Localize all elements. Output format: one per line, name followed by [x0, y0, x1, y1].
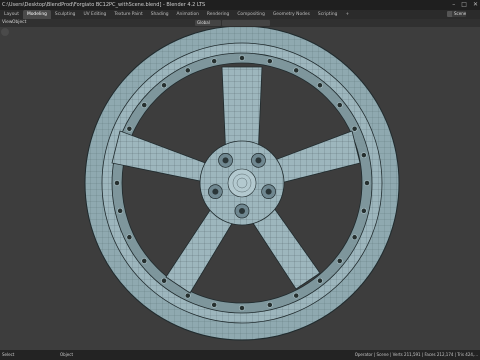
workspace-tabs: Layout Modeling Sculpting UV Editing Tex… — [0, 10, 480, 19]
lug-nut-hole — [255, 157, 262, 164]
wheel-model — [84, 27, 400, 341]
rim-bolt — [360, 207, 367, 214]
lug-nut-hole — [239, 208, 245, 214]
tab-animation[interactable]: Animation — [173, 10, 203, 19]
rim-bolt — [266, 58, 273, 65]
rim-bolt — [360, 152, 367, 159]
status-select: Select — [2, 352, 15, 357]
rim-bolt — [141, 258, 148, 264]
menu-object[interactable]: Object — [12, 19, 26, 27]
rim-bolt — [336, 102, 343, 108]
tab-sculpting[interactable]: Sculpting — [51, 10, 80, 19]
navigation-gizmo[interactable] — [0, 27, 10, 37]
tab-compositing[interactable]: Compositing — [233, 10, 269, 19]
3d-viewport[interactable] — [0, 27, 480, 350]
viewport-header: View Object Global — [0, 19, 480, 27]
tab-layout[interactable]: Layout — [0, 10, 23, 19]
window-controls: – □ ✕ — [452, 0, 478, 10]
rim-bolt — [141, 102, 148, 108]
tab-scripting[interactable]: Scripting — [314, 10, 342, 19]
menu-view[interactable]: View — [2, 19, 12, 27]
rim-bolt — [117, 207, 124, 214]
rim-bolt — [126, 125, 133, 132]
tab-texture-paint[interactable]: Texture Paint — [110, 10, 146, 19]
lug-nut-hole — [222, 157, 229, 164]
proportional-edit-icon[interactable] — [258, 20, 270, 26]
lug-nut-hole — [265, 188, 272, 195]
scene-selector[interactable]: Scene — [452, 11, 466, 17]
lug-nut-hole — [212, 188, 219, 195]
rim-bolt — [114, 180, 120, 186]
rim-bolt — [317, 82, 323, 89]
tab-rendering[interactable]: Rendering — [203, 10, 233, 19]
rim-bolt — [211, 58, 218, 65]
tab-shading[interactable]: Shading — [147, 10, 173, 19]
add-workspace-button[interactable]: + — [341, 10, 353, 19]
rim-bolt — [184, 67, 191, 74]
tab-geometry-nodes[interactable]: Geometry Nodes — [269, 10, 314, 19]
rim-bolt — [266, 301, 273, 308]
title-bar: C:\Users\Desktop\BlendProd\Forgiato BC12… — [0, 0, 480, 10]
orientation-dropdown[interactable]: Global — [195, 20, 221, 26]
rim-bolt — [364, 180, 370, 186]
rim-bolt — [293, 67, 300, 74]
rim-bolt — [336, 258, 343, 264]
rim-bolt — [211, 301, 218, 308]
minimize-button[interactable]: – — [452, 0, 455, 10]
rim-bolt — [293, 292, 300, 299]
rim-bolt — [351, 125, 358, 132]
rim-bolt — [351, 234, 358, 241]
rim-bolt — [161, 82, 167, 89]
status-bar: Select Object Operator | Scene | Verts 2… — [0, 350, 480, 360]
tab-uv-editing[interactable]: UV Editing — [79, 10, 110, 19]
rim-bolt — [126, 234, 133, 241]
center-cap — [227, 168, 257, 198]
window-title: C:\Users\Desktop\BlendProd\Forgiato BC12… — [2, 2, 206, 8]
maximize-button[interactable]: □ — [461, 0, 467, 10]
tab-modeling[interactable]: Modeling — [22, 10, 51, 19]
rim-bolt — [239, 305, 245, 311]
close-button[interactable]: ✕ — [473, 0, 478, 10]
rim-bolt — [184, 292, 191, 299]
scene-statistics: Operator | Scene | Verts 211,591 | Faces… — [354, 352, 478, 357]
status-object: Object — [60, 352, 74, 357]
rim-bolt — [239, 55, 245, 61]
orientation-label: Global — [197, 20, 210, 25]
rim-bolt — [161, 277, 167, 284]
rim-bolt — [317, 277, 323, 284]
